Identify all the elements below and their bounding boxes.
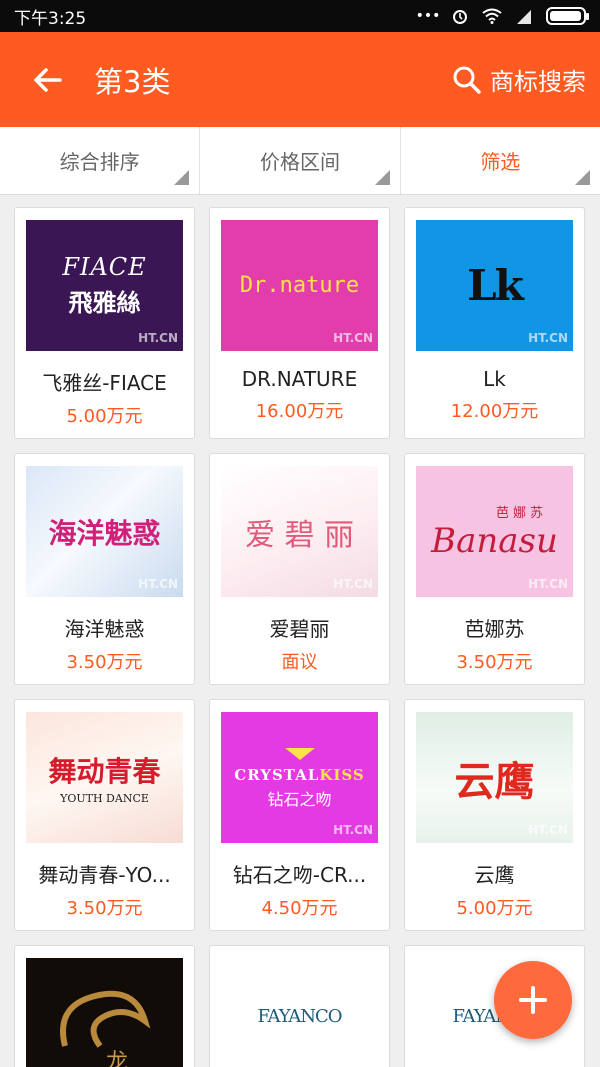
trademark-name: 舞动青春-YO... [38,863,171,887]
wifi-icon [482,6,502,26]
filter-tab-filter[interactable]: 筛选 [401,127,600,194]
logo-text: FIACE [62,253,147,281]
watermark: HT.CN [528,331,568,345]
trademark-name: 芭娜苏 [464,617,525,641]
logo-text: 飛雅絲 [68,289,141,317]
trademark-price: 16.00万元 [255,401,344,422]
trademark-grid: FIACE 飛雅絲 HT.CN 飞雅丝-FIACE 5.00万元 Dr.natu… [14,207,587,1067]
trademark-price: 5.00万元 [456,898,533,919]
filter-bar: 综合排序 价格区间 筛选 [0,127,600,195]
watermark: HT.CN [333,331,373,345]
trademark-name: Lk [483,367,506,391]
battery-icon [546,7,589,25]
trademark-logo: Lk HT.CN [416,220,573,351]
trademark-logo: 舞动青春 YOUTH DANCE [26,712,183,843]
filter-tab-sort[interactable]: 综合排序 [0,127,201,194]
trademark-card[interactable]: Dr.nature HT.CN DR.NATURE 16.00万元 [209,207,390,439]
trademark-price: 12.00万元 [450,401,539,422]
trademark-name: 云鹰 [474,863,515,887]
plus-icon [519,986,547,1014]
trademark-price: 5.00万元 [66,406,143,427]
back-button[interactable] [28,60,68,100]
logo-text: 爱 碧 丽 [244,517,355,553]
watermark: HT.CN [333,577,373,591]
add-fab-button[interactable] [494,961,572,1039]
signal-icon [514,6,534,26]
trademark-name: 飞雅丝-FIACE [42,371,167,395]
filter-label: 综合排序 [59,150,140,174]
trademark-price: 面议 [281,652,318,673]
trademark-card[interactable]: Lk HT.CN Lk 12.00万元 [404,207,585,439]
dropdown-corner-icon [574,170,590,185]
trademark-logo: 云鹰 HT.CN [416,712,573,843]
status-bar: 下午3:25 ••• [0,0,600,32]
trademark-card[interactable]: 爱 碧 丽 HT.CN 爱碧丽 面议 [209,453,390,685]
logo-text: CRYSTAL [234,765,320,784]
trademark-card[interactable]: FIACE 飛雅絲 HT.CN 飞雅丝-FIACE 5.00万元 [14,207,195,439]
trademark-price: 3.50万元 [456,652,533,673]
trademark-logo: 芭 娜 苏 Banasu HT.CN [416,466,573,597]
watermark: HT.CN [138,331,178,345]
trademark-logo: 龙 [26,958,183,1067]
trademark-card[interactable]: FAYANCO [209,945,390,1067]
logo-text: 舞动青春 [48,755,161,788]
trademark-logo: Dr.nature HT.CN [221,220,378,351]
trademark-name: 海洋魅惑 [64,617,145,641]
logo-text: 海洋魅惑 [48,516,161,550]
logo-text: Banasu [431,521,558,561]
dropdown-corner-icon [174,170,190,185]
alarm-icon [450,6,470,26]
status-time: 下午3:25 [14,8,87,29]
status-icons: ••• [415,6,589,26]
search-icon [453,66,481,94]
trademark-card[interactable]: 云鹰 HT.CN 云鹰 5.00万元 [404,699,585,931]
logo-text: KISS [319,765,365,784]
watermark: HT.CN [333,823,373,837]
arrow-left-icon [34,67,62,92]
watermark: HT.CN [528,823,568,837]
trademark-card[interactable]: 龙 [14,945,195,1067]
trademark-price: 3.50万元 [66,652,143,673]
logo-text: YOUTH DANCE [60,792,149,805]
trademark-card[interactable]: CRYSTALKISS 钻石之吻 HT.CN 钻石之吻-CR... 4.50万元 [209,699,390,931]
trademark-logo: 爱 碧 丽 HT.CN [221,466,378,597]
trademark-price: 3.50万元 [66,898,143,919]
trademark-card[interactable]: 海洋魅惑 HT.CN 海洋魅惑 3.50万元 [14,453,195,685]
watermark: HT.CN [528,577,568,591]
logo-text: 钻石之吻 [267,789,332,809]
watermark: HT.CN [138,577,178,591]
logo-text: FAYANCO [257,1005,343,1027]
diamond-icon [284,747,315,760]
app-bar: 第3类 商标搜索 [0,32,600,127]
dragon-icon [59,990,150,1048]
trademark-name: 钻石之吻-CR... [232,863,367,887]
trademark-logo: CRYSTALKISS 钻石之吻 HT.CN [221,712,378,843]
search-label: 商标搜索 [490,68,586,96]
trademark-logo: FIACE 飛雅絲 HT.CN [26,220,183,351]
filter-label: 筛选 [480,150,521,174]
logo-text: 龙 [106,1050,129,1067]
dropdown-corner-icon [374,170,390,185]
logo-text: 芭 娜 苏 [495,506,544,521]
trademark-name: 爱碧丽 [269,617,330,641]
logo-text: Lk [467,261,524,310]
filter-label: 价格区间 [259,150,340,174]
logo-text: Dr.nature [239,273,360,298]
page-title: 第3类 [94,64,171,99]
trademark-price: 4.50万元 [261,898,338,919]
logo-text: 云鹰 [454,757,535,805]
trademark-card[interactable]: 舞动青春 YOUTH DANCE 舞动青春-YO... 3.50万元 [14,699,195,931]
trademark-logo: 海洋魅惑 HT.CN [26,466,183,597]
trademark-card[interactable]: 芭 娜 苏 Banasu HT.CN 芭娜苏 3.50万元 [404,453,585,685]
ellipsis-icon: ••• [415,8,441,24]
trademark-logo: FAYANCO [221,958,378,1067]
trademark-name: DR.NATURE [241,367,358,391]
filter-tab-price[interactable]: 价格区间 [200,127,401,194]
trademark-search-button[interactable]: 商标搜索 [452,62,586,97]
